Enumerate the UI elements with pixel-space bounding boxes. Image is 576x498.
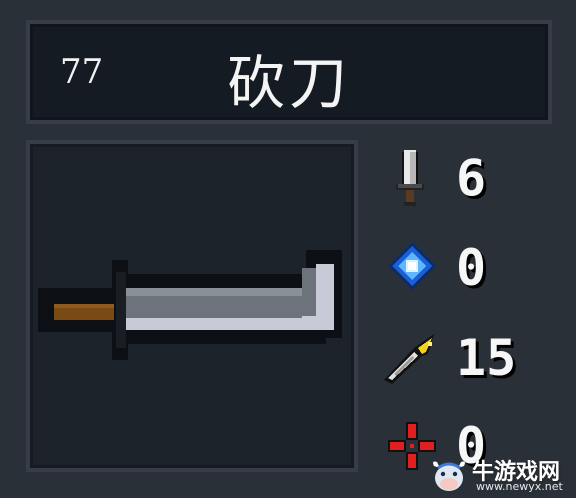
stat-critical: 15 xyxy=(380,326,570,396)
stat-critical-value: 15 xyxy=(456,329,517,387)
feather-critical-icon xyxy=(384,334,434,384)
cow-mascot-icon xyxy=(433,461,465,491)
stat-damage: 6 xyxy=(380,146,570,216)
weapon-preview-panel xyxy=(26,140,358,472)
item-name: 砍刀 xyxy=(226,49,351,117)
stat-energy-value: 0 xyxy=(456,239,487,297)
stat-damage-value: 6 xyxy=(456,149,487,207)
sword-damage-icon xyxy=(396,150,424,206)
watermark-url: www.newyx.net xyxy=(476,480,563,493)
site-watermark: 牛游戏网 www.newyx.net xyxy=(428,452,576,498)
energy-crystal-icon xyxy=(388,242,436,290)
machete-sword-icon xyxy=(38,250,342,360)
stat-energy: 0 xyxy=(380,236,570,306)
item-title-panel: 77 砍刀 xyxy=(26,20,552,124)
